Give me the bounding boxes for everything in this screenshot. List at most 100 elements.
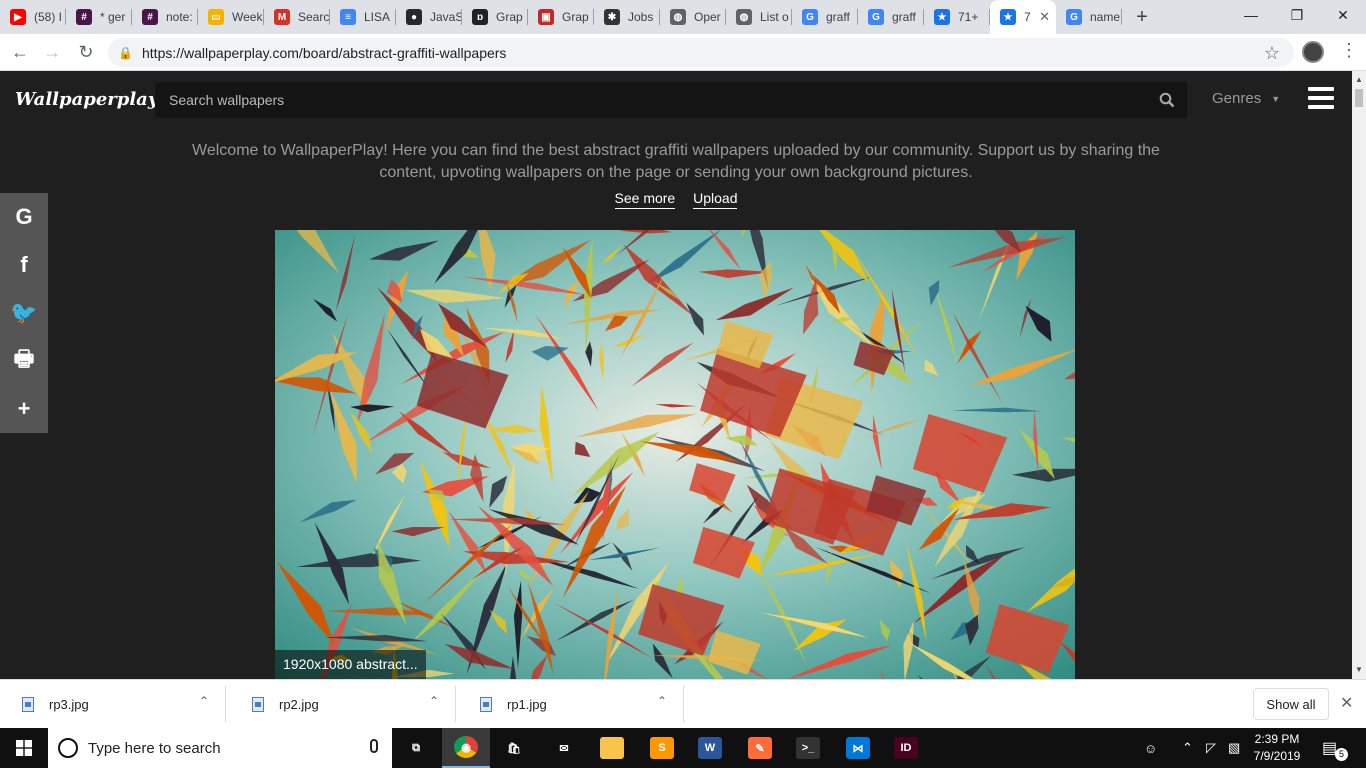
terminal-glyph: >_ [796,737,820,759]
scroll-up-icon[interactable]: ▲ [1352,73,1366,87]
address-bar[interactable]: 🔒 https://wallpaperplay.com/board/abstra… [108,38,1294,67]
browser-tab[interactable]: ▣ Grap [528,0,594,34]
google-icon: G [868,9,884,25]
browser-tab[interactable]: ▶ (58) I [0,0,66,34]
microphone-icon[interactable] [370,739,378,753]
tab-title: List o [760,10,789,24]
minimize-button[interactable]: — [1228,0,1274,30]
scrollbar-thumb[interactable] [1355,89,1363,107]
vscode-glyph: ⋈ [846,737,870,759]
store-glyph: 🛍 [502,737,526,759]
bookmark-star-icon[interactable]: ☆ [1264,43,1280,64]
indesign-icon[interactable]: ID [882,728,930,768]
google-icon: G [802,9,818,25]
tab-title: note: [166,10,193,24]
browser-tab[interactable]: ▭ Week [198,0,264,34]
wifi-icon[interactable]: ◸ [1206,728,1216,768]
store-icon[interactable]: 🛍 [490,728,538,768]
wallpaper-image[interactable]: 1920x1080 abstract... [275,230,1075,679]
sublime-icon[interactable]: S [638,728,686,768]
hamburger-menu-icon[interactable] [1308,87,1334,109]
browser-tab[interactable]: # note: [132,0,198,34]
close-downloads-icon[interactable]: ✕ [1340,693,1353,713]
globe-icon: ◍ [670,9,686,25]
tab-title: (58) I [34,10,63,24]
facebook-share-icon[interactable]: f [0,241,48,289]
back-icon[interactable]: ← [8,40,32,64]
browser-tab[interactable]: ★ 71+ [924,0,990,34]
battery-icon[interactable]: ▧ [1228,728,1240,768]
tab-title: graff [826,10,850,24]
mail-glyph: ✉ [552,737,576,759]
download-filename: rp3.jpg [49,696,89,712]
new-tab-button[interactable]: + [1122,0,1162,34]
chrome-icon[interactable]: ◉ [442,728,490,768]
terminal-icon[interactable]: >_ [784,728,832,768]
windows-start-icon[interactable] [0,728,48,768]
mail-icon[interactable]: ✉ [540,728,588,768]
twitter-share-icon[interactable]: 🐦 [0,289,48,337]
browser-toolbar: ← → ↻ 🔒 https://wallpaperplay.com/board/… [0,34,1366,71]
chevron-up-icon[interactable]: ⌃ [429,694,439,708]
sublime-glyph: S [650,737,674,759]
system-clock[interactable]: 2:39 PM 7/9/2019 [1250,731,1304,765]
windows-taskbar: Type here to search ⧉ ◉ 🛍 ✉ S W ✎ >_ ⋈ ID ☺ ⌃ ◸ ▧… [0,728,1366,768]
see-more-link[interactable]: See more [614,190,676,209]
browser-tab[interactable]: ◍ Oper [660,0,726,34]
download-item[interactable]: rp1.jpg ⌃ [458,686,684,722]
browser-tab[interactable]: ◍ List o [726,0,792,34]
file-explorer-icon[interactable] [588,728,636,768]
browser-tab[interactable]: Ggraff [792,0,858,34]
browser-menu-icon[interactable]: ⋮ [1340,40,1358,61]
github-icon: ● [406,9,422,25]
browser-tab[interactable]: ● JavaS [396,0,462,34]
close-tab-icon[interactable]: ✕ [1039,9,1050,25]
taskbar-search-box[interactable]: Type here to search [48,728,392,768]
star-icon: ★ [1000,9,1016,25]
print-icon[interactable]: 🖶 [0,337,48,385]
youtube-icon: ▶ [10,9,26,25]
forward-icon[interactable]: → [40,40,64,64]
downloads-bar: rp3.jpg ⌃ rp2.jpg ⌃ rp1.jpg ⌃ Show all ✕ [0,679,1366,728]
close-window-button[interactable]: ✕ [1320,0,1366,30]
scroll-down-icon[interactable]: ▼ [1352,663,1366,677]
browser-tab[interactable]: Ggraff [858,0,924,34]
task-view-icon[interactable]: ⧉ [392,728,440,768]
genres-dropdown[interactable]: Genres ▼ [1212,90,1280,107]
chevron-up-icon[interactable]: ⌃ [199,694,209,708]
download-item[interactable]: rp3.jpg ⌃ [0,686,226,722]
site-logo[interactable]: Wallpaperplay [15,89,158,110]
website-viewport: Wallpaperplay Genres ▼ Welcome to Wallpap… [0,71,1352,679]
browser-tab[interactable]: M Searc [264,0,330,34]
postman-icon[interactable]: ✎ [736,728,784,768]
tab-title: JavaS [430,10,462,24]
chevron-up-icon[interactable]: ⌃ [657,694,667,708]
show-all-button[interactable]: Show all [1253,688,1329,720]
action-center-icon[interactable]: ▤ 5 [1322,738,1348,761]
chevron-up-icon[interactable]: ⌃ [1182,728,1193,768]
search-input[interactable] [155,82,1187,118]
reload-icon[interactable]: ↻ [74,40,98,64]
browser-tab[interactable]: ★ 7 ✕ [990,0,1056,34]
browser-tab[interactable]: Gname [1056,0,1122,34]
browser-tab[interactable]: ✱ Jobs [594,0,660,34]
download-item[interactable]: rp2.jpg ⌃ [230,686,456,722]
vscode-icon[interactable]: ⋈ [834,728,882,768]
graph-icon: ▣ [538,9,554,25]
people-icon[interactable]: ☺ [1144,728,1157,768]
page-scrollbar[interactable]: ▲ ▼ [1352,71,1366,679]
word-glyph: W [698,737,722,759]
browser-tab[interactable]: ≡ LISA [330,0,396,34]
search-icon[interactable] [1159,92,1175,108]
google-share-icon[interactable]: G [0,193,48,241]
word-icon[interactable]: W [686,728,734,768]
more-share-icon[interactable]: + [0,385,48,433]
upload-link[interactable]: Upload [693,190,738,209]
maximize-button[interactable]: ❐ [1274,0,1320,30]
task-view-glyph: ⧉ [404,737,428,759]
graph-icon: ɒ [472,9,488,25]
browser-tab[interactable]: # * ger [66,0,132,34]
image-file-icon [480,696,492,712]
browser-tab[interactable]: ɒ Grap [462,0,528,34]
profile-avatar[interactable] [1302,41,1324,63]
